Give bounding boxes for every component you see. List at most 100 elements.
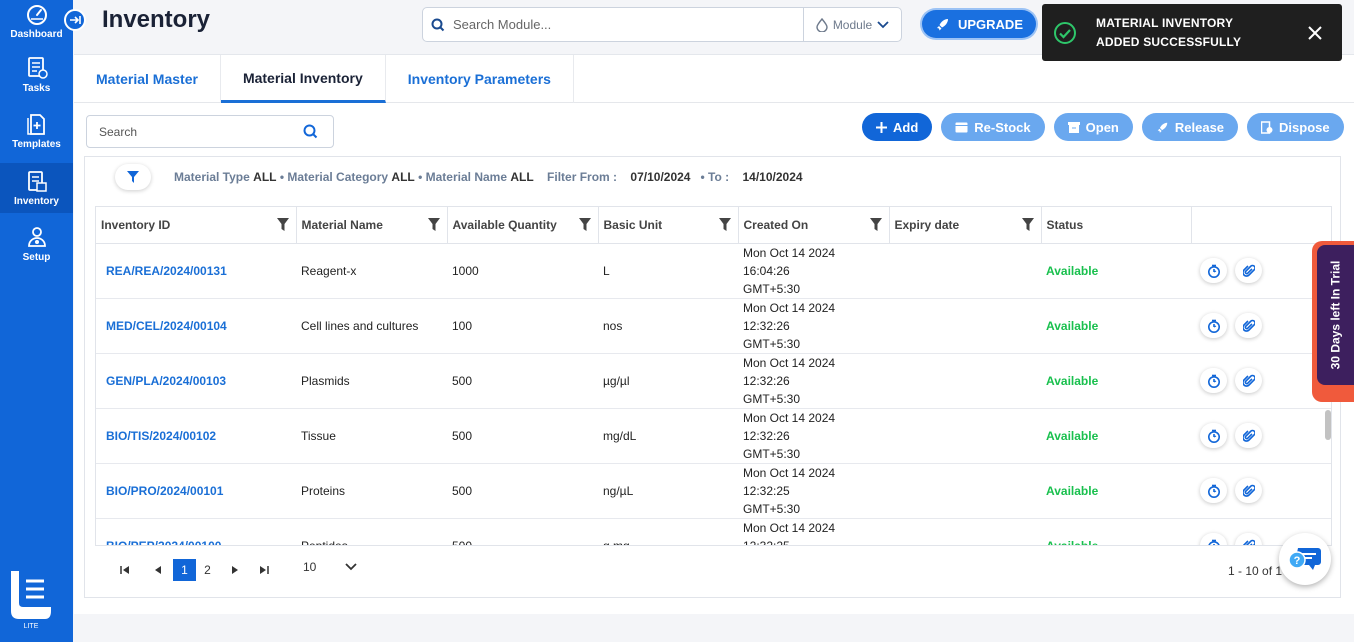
table-row[interactable]: REA/REA/2024/00131 Reagent-x 1000 L Mon Oct … xyxy=(96,243,1331,299)
inventory-id-link[interactable]: MED/CEL/2024/00104 xyxy=(96,298,296,354)
open-button[interactable]: Open xyxy=(1053,113,1133,141)
trial-banner[interactable]: 30 Days left In Trial xyxy=(1312,241,1354,402)
quantity-cell: 1000 xyxy=(447,243,598,299)
inventory-id-link[interactable]: REA/REA/2024/00131 xyxy=(96,243,296,299)
created-timezone: GMT+5:30 xyxy=(743,391,801,406)
restock-label: Re-Stock xyxy=(974,119,1031,135)
tab-material-inventory[interactable]: Material Inventory xyxy=(220,55,386,103)
help-chat-button[interactable]: ? xyxy=(1279,533,1331,585)
inventory-table-container[interactable]: Inventory ID Material Name Available Qua… xyxy=(95,206,1332,546)
module-dropdown[interactable]: Module xyxy=(803,8,901,41)
page-number-button[interactable]: 2 xyxy=(196,559,219,581)
restock-button[interactable]: Re-Stock xyxy=(941,113,1045,141)
table-row[interactable]: GEN/PLA/2024/00103 Plasmids 500 µg/µl Mon Oc… xyxy=(96,353,1331,409)
column-filter-icon[interactable] xyxy=(869,218,882,231)
page-size-select[interactable]: 10 xyxy=(303,560,357,574)
column-filter-icon[interactable] xyxy=(276,218,289,231)
dispose-button[interactable]: Dispose xyxy=(1247,113,1344,141)
table-row[interactable]: BIO/PEP/2024/00100 Peptides 500 g.mg Mon Oct… xyxy=(96,518,1331,545)
row-actions xyxy=(1191,353,1331,409)
add-button[interactable]: Add xyxy=(862,113,933,141)
module-search-input[interactable]: Search Module... xyxy=(453,17,803,32)
sidebar-item-setup[interactable]: Setup xyxy=(0,225,73,271)
table-scrollbar[interactable] xyxy=(1325,410,1331,440)
filter-from-label: Filter From : xyxy=(547,169,618,184)
attachment-icon[interactable] xyxy=(1235,368,1262,393)
material-name-cell: Proteins xyxy=(296,463,447,519)
sidebar-toggle-button[interactable] xyxy=(64,9,86,31)
sidebar-item-dashboard[interactable]: Dashboard xyxy=(0,4,73,50)
table-row[interactable]: MED/CEL/2024/00104 Cell lines and culture… xyxy=(96,298,1331,354)
attachment-icon[interactable] xyxy=(1235,313,1262,338)
attachment-icon[interactable] xyxy=(1235,423,1262,448)
expiry-cell xyxy=(889,518,1041,545)
table-row[interactable]: BIO/TIS/2024/00102 Tissue 500 mg/dL Mon Oct … xyxy=(96,408,1331,464)
column-header[interactable]: Expiry date xyxy=(889,207,1042,244)
expiry-cell xyxy=(889,243,1041,299)
check-circle-icon xyxy=(1042,21,1088,45)
tab-material-master[interactable]: Material Master xyxy=(74,55,221,103)
column-header[interactable]: Basic Unit xyxy=(598,207,739,244)
column-filter-icon[interactable] xyxy=(718,218,731,231)
column-header[interactable]: Created On xyxy=(738,207,890,244)
column-filter-icon[interactable] xyxy=(1021,218,1034,231)
box-icon xyxy=(955,122,968,132)
filter-type-label: Material Type xyxy=(174,169,250,184)
timer-icon[interactable] xyxy=(1200,258,1227,283)
column-header[interactable]: Available Quantity xyxy=(447,207,599,244)
search-icon[interactable] xyxy=(303,124,318,139)
sidebar-item-inventory[interactable]: Inventory xyxy=(0,163,73,213)
attachment-icon[interactable] xyxy=(1235,258,1262,283)
created-on-cell: Mon Oct 14 2024 12:32:26 GMT+5:30 xyxy=(738,353,889,409)
timer-icon[interactable] xyxy=(1200,423,1227,448)
timer-icon[interactable] xyxy=(1200,478,1227,503)
add-label: Add xyxy=(893,119,919,135)
page-number-button[interactable]: 1 xyxy=(173,559,196,581)
upgrade-button[interactable]: UPGRADE xyxy=(922,10,1036,38)
attachment-icon[interactable] xyxy=(1235,533,1262,545)
created-on-cell: Mon Oct 14 2024 16:04:26 GMT+5:30 xyxy=(738,243,889,299)
material-name-cell: Cell lines and cultures xyxy=(296,298,447,354)
inventory-search-input[interactable]: Search xyxy=(86,115,334,148)
toast-line-1: MATERIAL INVENTORY xyxy=(1096,15,1234,30)
prev-page-icon[interactable] xyxy=(146,559,169,581)
unit-cell: g.mg xyxy=(598,518,738,545)
first-page-icon[interactable] xyxy=(113,559,136,581)
inventory-id-link[interactable]: BIO/TIS/2024/00102 xyxy=(96,408,296,464)
release-button[interactable]: Release xyxy=(1141,113,1239,141)
next-page-icon[interactable] xyxy=(223,559,246,581)
filter-from-value: 07/10/2024 xyxy=(630,169,691,184)
table-row[interactable]: BIO/PRO/2024/00101 Proteins 500 ng/µL Mon Oc… xyxy=(96,463,1331,519)
sidebar-item-tasks[interactable]: Tasks xyxy=(0,56,73,102)
column-filter-icon[interactable] xyxy=(427,218,440,231)
column-header[interactable]: Material Name xyxy=(296,207,448,244)
filter-button[interactable] xyxy=(115,163,151,190)
module-search[interactable]: Search Module... Module xyxy=(422,7,902,42)
timer-icon[interactable] xyxy=(1200,368,1227,393)
unit-cell: nos xyxy=(598,298,738,354)
created-date: Mon Oct 14 2024 12:32:26 xyxy=(743,355,836,388)
last-page-icon[interactable] xyxy=(252,559,275,581)
action-toolbar: Add Re-Stock Open Release Dispose xyxy=(862,113,1344,141)
created-timezone: GMT+5:30 xyxy=(743,281,801,296)
column-header[interactable]: Inventory ID xyxy=(96,207,297,244)
timer-icon[interactable] xyxy=(1200,533,1227,545)
unit-cell: µg/µl xyxy=(598,353,738,409)
close-icon[interactable] xyxy=(1288,25,1342,41)
timer-icon[interactable] xyxy=(1200,313,1227,338)
filter-type-value: ALL xyxy=(253,169,277,184)
sidebar-item-label: Templates xyxy=(12,139,61,150)
filter-category-value: ALL xyxy=(391,169,415,184)
status-badge: Available xyxy=(1041,463,1191,519)
drop-icon xyxy=(816,17,828,32)
attachment-icon[interactable] xyxy=(1235,478,1262,503)
sidebar: Dashboard Tasks Templates Inventory Setu… xyxy=(0,0,73,642)
sidebar-item-templates[interactable]: Templates xyxy=(0,112,73,158)
column-header[interactable]: Status xyxy=(1041,207,1192,244)
table-header-row: Inventory ID Material Name Available Qua… xyxy=(96,207,1331,244)
inventory-id-link[interactable]: BIO/PEP/2024/00100 xyxy=(96,518,296,545)
inventory-id-link[interactable]: BIO/PRO/2024/00101 xyxy=(96,463,296,519)
tab-inventory-parameters[interactable]: Inventory Parameters xyxy=(386,55,574,103)
column-filter-icon[interactable] xyxy=(578,218,591,231)
inventory-id-link[interactable]: GEN/PLA/2024/00103 xyxy=(96,353,296,409)
